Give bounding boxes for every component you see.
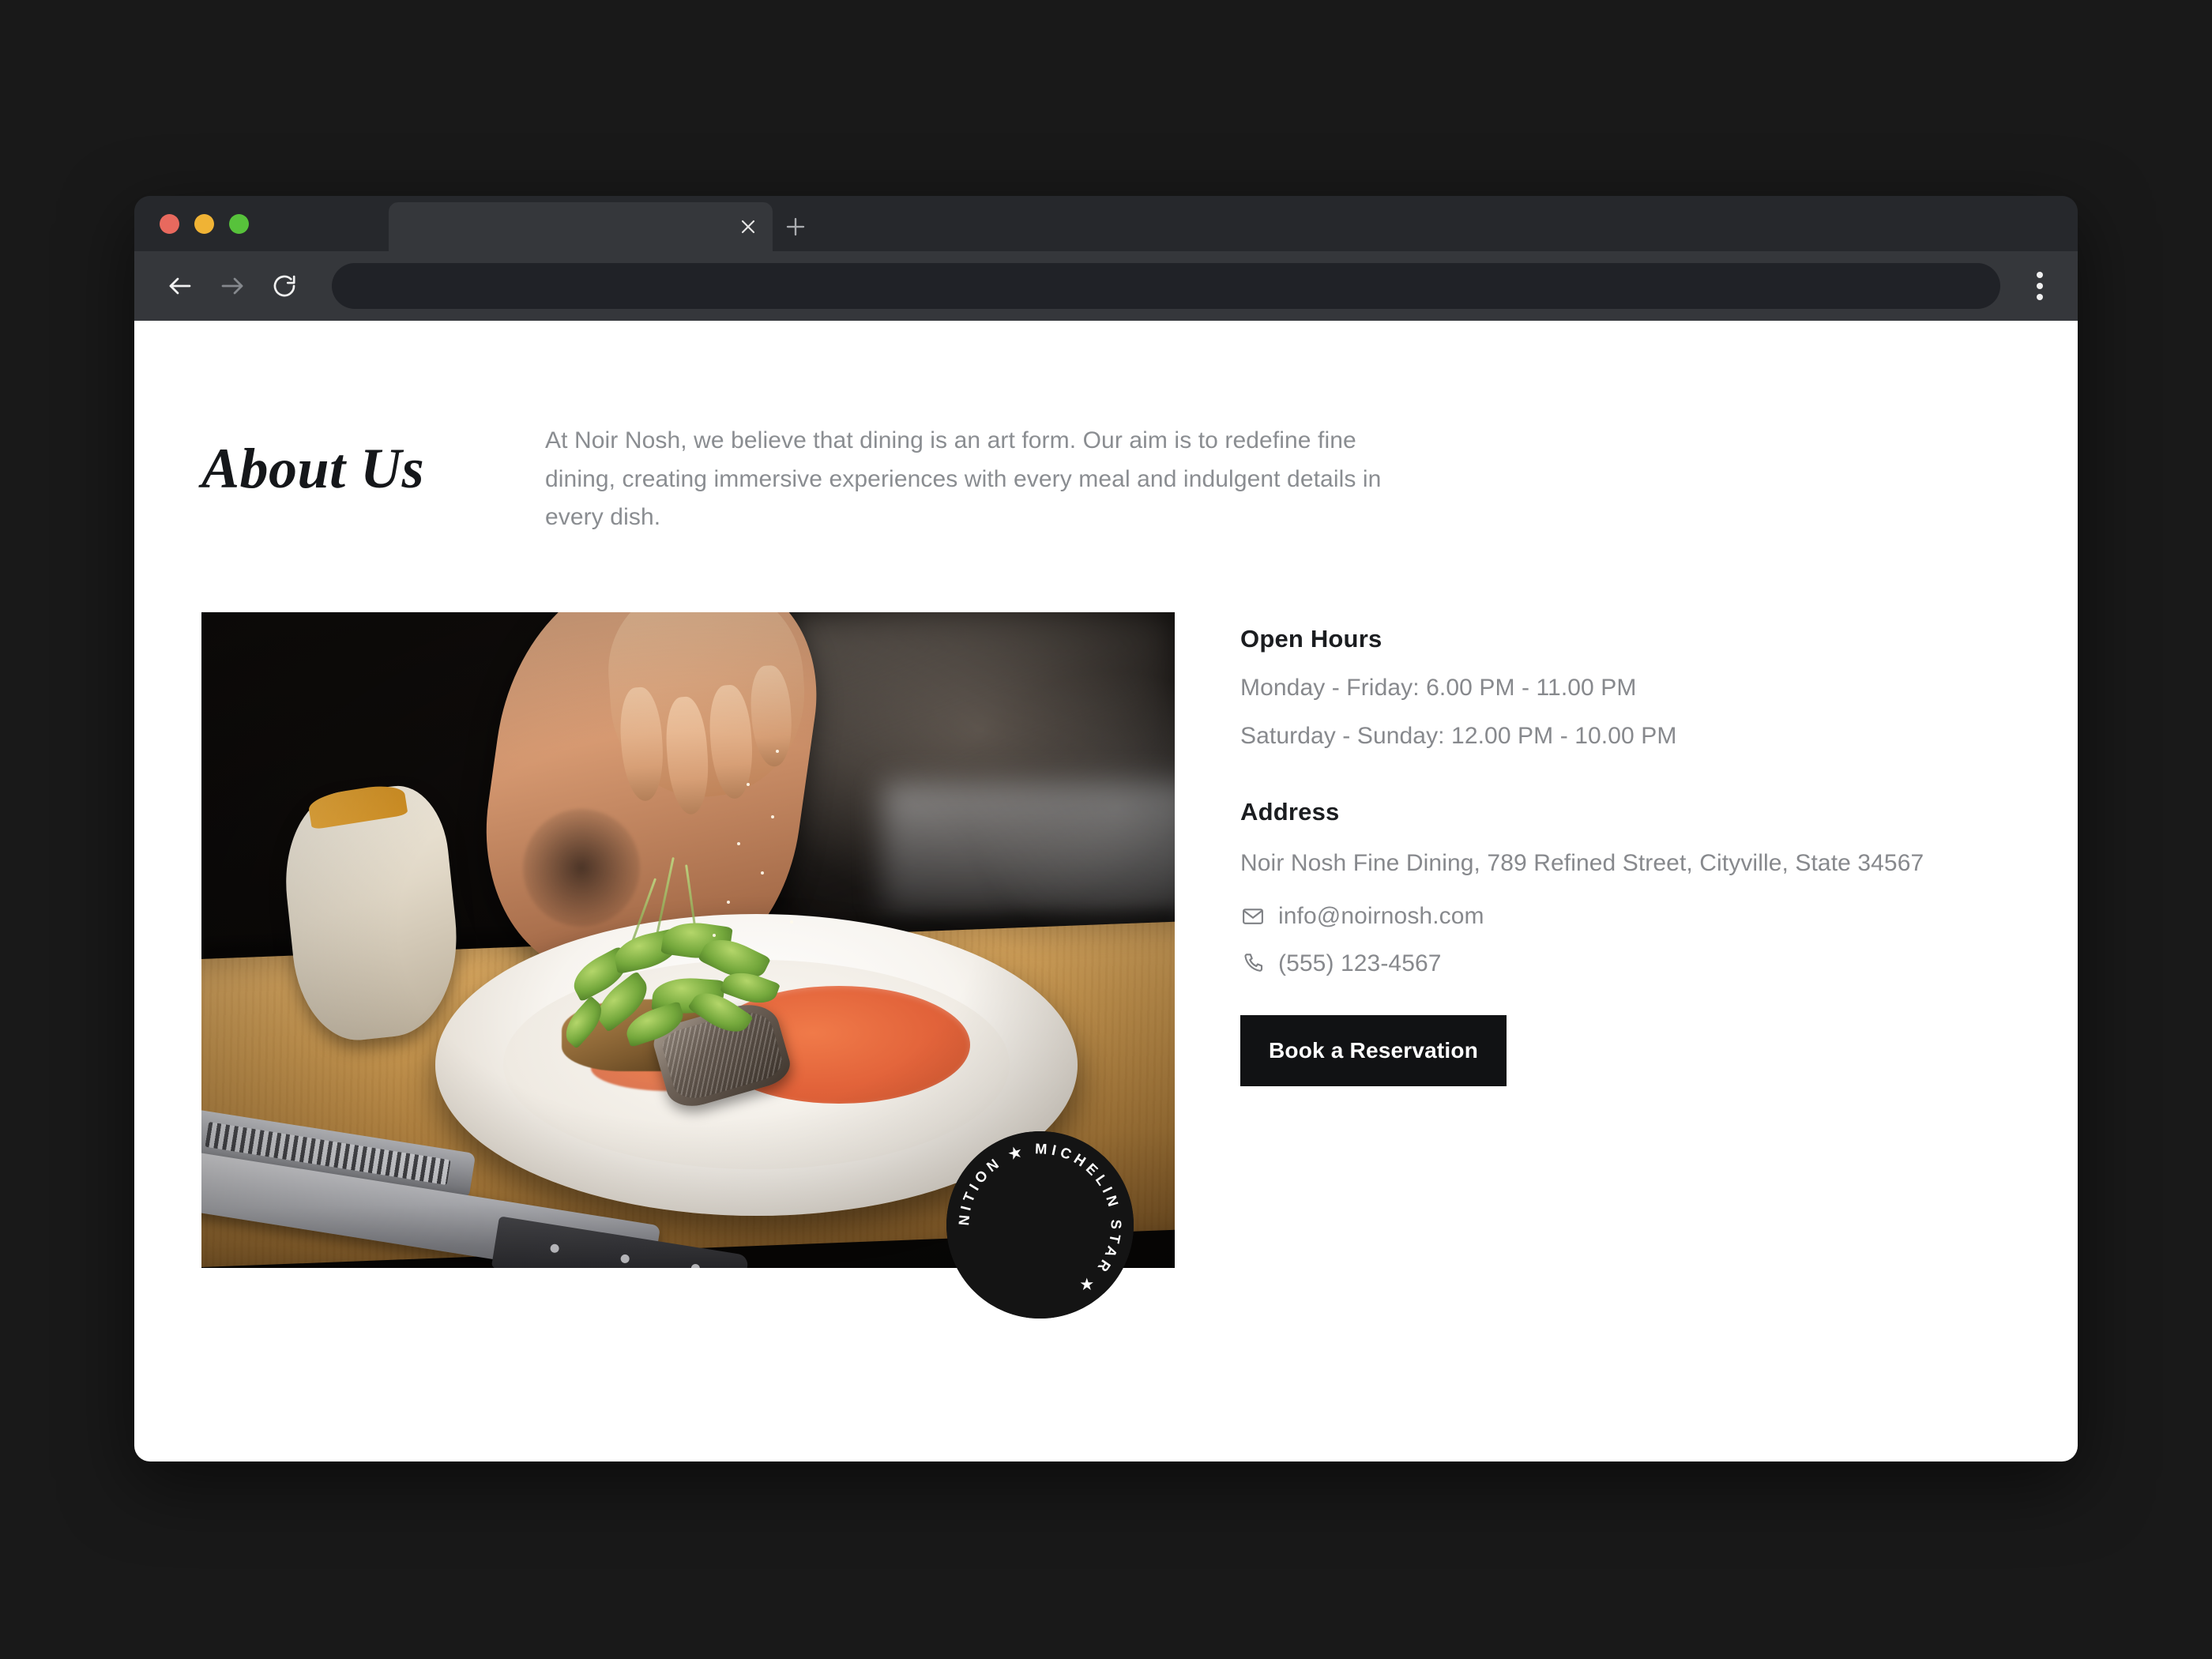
envelope-icon	[1240, 904, 1266, 929]
phone-icon	[1240, 951, 1266, 976]
plus-icon[interactable]	[779, 210, 812, 243]
close-icon[interactable]	[735, 213, 762, 240]
address-heading: Address	[1240, 797, 1340, 826]
page-title: About Us	[201, 437, 425, 500]
menu-dot	[2037, 272, 2043, 278]
window-maximize-button[interactable]	[229, 213, 249, 234]
arrow-left-icon[interactable]	[158, 264, 202, 308]
photo-knife-rivet	[619, 1253, 630, 1263]
reload-icon[interactable]	[262, 264, 307, 308]
photo-microgreens	[532, 856, 805, 1065]
michelin-recognition-badge: RECOGNITION ★ MICHELIN STAR ★	[946, 1131, 1134, 1319]
book-reservation-button[interactable]: Book a Reservation	[1240, 1015, 1507, 1087]
phone-row[interactable]: (555) 123-4567	[1240, 950, 1951, 977]
about-page: About Us At Noir Nosh, we believe that d…	[134, 321, 2078, 1462]
browser-tab-active[interactable]	[389, 202, 773, 251]
window-minimize-button[interactable]	[194, 213, 214, 234]
kebab-menu-icon[interactable]	[2021, 264, 2059, 308]
photo-knife-rivet	[549, 1243, 560, 1254]
open-hours-weekday: Monday - Friday: 6.00 PM - 11.00 PM	[1240, 675, 1637, 701]
browser-toolbar	[134, 251, 2078, 321]
address-text: Noir Nosh Fine Dining, 789 Refined Stree…	[1240, 849, 1924, 876]
about-paragraph: At Noir Nosh, we believe that dining is …	[545, 427, 1382, 531]
phone-number[interactable]: (555) 123-4567	[1278, 950, 1442, 977]
menu-dot	[2037, 294, 2043, 300]
page-viewport: About Us At Noir Nosh, we believe that d…	[134, 321, 2078, 1462]
email-row[interactable]: info@noirnosh.com	[1240, 903, 1951, 930]
restaurant-info-column: Open Hours Monday - Friday: 6.00 PM - 11…	[1240, 625, 1951, 1087]
photo-back-counter	[882, 782, 1175, 914]
about-header-row: About Us At Noir Nosh, we believe that d…	[134, 422, 2078, 537]
address-bar[interactable]	[332, 263, 2000, 309]
email-address[interactable]: info@noirnosh.com	[1278, 903, 1484, 930]
window-traffic-lights	[160, 196, 249, 251]
photo-knife-rivet	[690, 1262, 701, 1268]
open-hours-weekend: Saturday - Sunday: 12.00 PM - 10.00 PM	[1240, 723, 1677, 750]
browser-tab-strip	[134, 196, 2078, 251]
browser-window: About Us At Noir Nosh, we believe that d…	[134, 196, 2078, 1462]
menu-dot	[2037, 283, 2043, 289]
open-hours-heading: Open Hours	[1240, 625, 1382, 653]
arrow-right-icon[interactable]	[210, 264, 254, 308]
window-close-button[interactable]	[160, 213, 179, 234]
